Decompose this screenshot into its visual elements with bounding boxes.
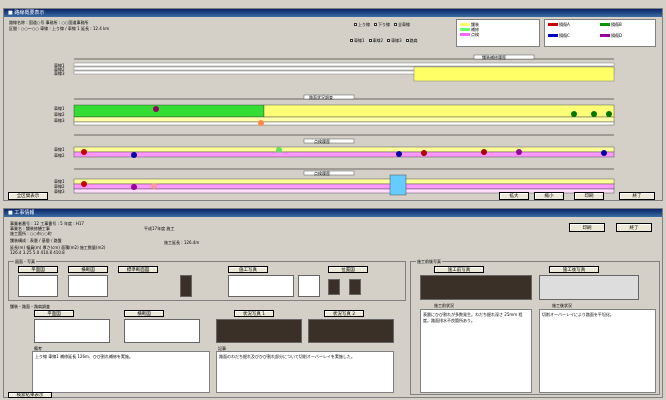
figure-tab[interactable]: 平面図	[18, 266, 58, 273]
note2-field[interactable]: 切削オーバーレイにより路面を平坦化。	[539, 309, 656, 393]
mid-thumbnail[interactable]	[216, 319, 302, 343]
exit-button[interactable]: 終了	[619, 192, 655, 200]
row-label: 車線3	[54, 118, 65, 123]
radio-option[interactable]: 車線3	[387, 38, 402, 44]
figure-tab[interactable]: 施工写真	[228, 266, 268, 273]
field-line: 舗装構成 : 表層 / 基層 / 路盤	[10, 238, 62, 243]
close-button[interactable]: 終了	[616, 223, 652, 232]
top-window-titlebar: ■ 路線概要表示	[4, 9, 662, 17]
radio-option[interactable]: 下り線	[374, 22, 390, 28]
header-right: 施工延長 : 126.4m	[164, 240, 200, 245]
zoom-out-button[interactable]: 縮小	[534, 192, 564, 200]
show-all-button[interactable]: 全区間表示	[8, 192, 48, 200]
figure-thumbnail[interactable]	[228, 275, 294, 297]
photo-tab[interactable]: 施工後写真	[549, 266, 599, 273]
header-sub: 平成17年度 施工	[144, 226, 175, 231]
figure-tab[interactable]: 横断図	[68, 266, 108, 273]
field-line: 126.4 3.25 5.0 410.8 410.8	[10, 250, 65, 255]
track-3-title: 点検履歴	[314, 139, 330, 144]
note1-field[interactable]: 表層にひび割れが多数発生。わだち掘れ深さ 25mm 程度。路面排水不良箇所あり。	[420, 309, 532, 393]
track-4-title: 点検履歴	[314, 171, 330, 176]
mid-tab[interactable]: 状況写真 2	[324, 310, 364, 317]
memo2-field[interactable]: 路面のわだち掘れ及びひび割れ部分について切削オーバーレイを実施した。	[216, 351, 394, 393]
row-label: 車線2	[54, 153, 65, 158]
print-button[interactable]: 印刷	[574, 192, 604, 200]
figure-thumbnail[interactable]	[328, 279, 340, 295]
figure-tab[interactable]: 位置図	[328, 266, 368, 273]
figure-tab[interactable]: 標準断面図	[118, 266, 158, 273]
figure-thumbnail[interactable]	[180, 275, 192, 297]
figure-thumbnail[interactable]	[18, 275, 58, 297]
legend-panel-2: 損傷A 損傷B 損傷C 損傷D	[544, 19, 656, 47]
mid-thumbnail[interactable]	[34, 319, 110, 343]
bottom-window: ■ 工事情報 事業者番号 : 12 工事番号 : 5 年度 : H17 事業名 …	[3, 208, 663, 398]
radio-option[interactable]: 上り線	[354, 22, 370, 28]
figure-thumbnail[interactable]	[349, 279, 361, 295]
top-window-title: ■ 路線概要表示	[8, 10, 45, 16]
row-label: 車線3	[54, 189, 65, 194]
after-photo[interactable]	[539, 275, 639, 300]
figure-thumbnail[interactable]	[68, 275, 108, 297]
top-window: ■ 路線概要表示 路線名称 : 国道○号 事務所 : ○○国道事務所 区間 : …	[3, 8, 663, 201]
legend-panel-1: 舗装 補修 点検	[456, 19, 540, 47]
status-button[interactable]: 検索結果表示	[8, 392, 52, 398]
track-1	[73, 54, 615, 82]
figure-thumbnail[interactable]	[298, 275, 320, 297]
row-label: 車線3	[54, 71, 65, 76]
track-2	[73, 94, 615, 126]
before-photo[interactable]	[420, 275, 532, 300]
info-line-2: 区間 : ○○〜○○ 車線 : 上り線 / 車線 1 延長 : 12.4 km	[9, 26, 110, 31]
mid-thumbnail[interactable]	[308, 319, 394, 343]
field-line: 施工箇所 : ○○市○○町	[10, 231, 52, 236]
track-4	[73, 168, 615, 196]
mid-thumbnail[interactable]	[124, 319, 200, 343]
track-1-title: 舗装補修履歴	[482, 55, 506, 60]
mid-tab[interactable]: 横断図	[124, 310, 164, 317]
radio-option[interactable]: 車線2	[368, 38, 383, 44]
bottom-window-title: ■ 工事情報	[8, 210, 35, 216]
memo-field[interactable]: 上り線 車線1 補修延長 126m、ひび割れ補修を実施。	[32, 351, 210, 393]
track-chart	[73, 54, 615, 196]
photo-tab[interactable]: 施工前写真	[434, 266, 484, 273]
track-2-title: 路面状況調査	[309, 95, 333, 100]
lane-radio-group: 上り線 下り線 全車線	[354, 22, 410, 28]
track-3	[73, 134, 615, 158]
radio-option[interactable]: 車線1	[350, 38, 365, 44]
mid-tab[interactable]: 状況写真 1	[234, 310, 274, 317]
radio-option[interactable]: 全車線	[394, 22, 410, 28]
print-button[interactable]: 印刷	[569, 223, 605, 232]
row-radio-group: 車線1 車線2 車線3 路肩	[350, 38, 418, 44]
mid-tab[interactable]: 平面図	[34, 310, 74, 317]
bottom-window-titlebar: ■ 工事情報	[4, 209, 662, 217]
zoom-in-button[interactable]: 拡大	[499, 192, 529, 200]
radio-option[interactable]: 路肩	[405, 38, 418, 44]
